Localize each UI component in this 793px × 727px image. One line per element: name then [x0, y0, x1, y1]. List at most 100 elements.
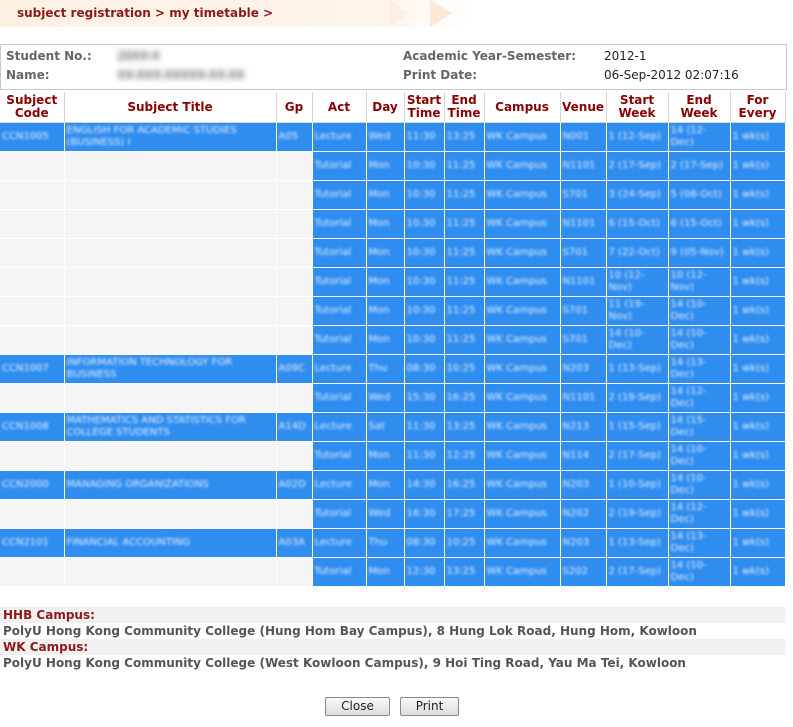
- campus-cell: WK Campus: [484, 180, 561, 210]
- end-week-text: 2 (17-Sep): [670, 160, 724, 171]
- table-row[interactable]: CCN1007 INFORMATION TECHNOLOGY FOR BUSINE…: [0, 354, 786, 384]
- table-row[interactable]: CCN2101 FINANCIAL ACCOUNTING A03A Lecture Th…: [0, 528, 786, 558]
- venue-text: N1101: [562, 392, 596, 403]
- end-week-cell: 14 (10-Dec): [668, 325, 731, 355]
- subject-title-cell: [64, 296, 277, 326]
- end-time-cell: 11:25: [444, 151, 485, 181]
- campus-text: WK Campus: [486, 131, 547, 142]
- campus-cell: WK Campus: [484, 499, 561, 529]
- start-time-cell: 08:30: [404, 354, 445, 384]
- timetable-header-row: Subject Code Subject Title Gp Act Day Start T…: [0, 92, 786, 123]
- end-week-text: 14 (10-Dec): [670, 560, 707, 583]
- start-week-cell: 11 (19-Nov): [606, 296, 669, 326]
- campus-cell: WK Campus: [484, 557, 561, 587]
- table-row[interactable]: Tutorial Mon 10:30 11:25 WK Campus S701 7 (22-…: [0, 238, 786, 268]
- day-text: Sat: [368, 421, 385, 432]
- end-week-cell: 5 (08-Oct): [668, 180, 731, 210]
- end-time-cell: 11:25: [444, 238, 485, 268]
- end-week-cell: 14 (10-Dec): [668, 470, 731, 500]
- end-week-cell: 14 (10-Dec): [668, 441, 731, 471]
- start-week-text: 7 (22-Oct): [608, 247, 660, 258]
- frequency-cell: 1 wk(s): [730, 470, 786, 500]
- column-header: Campus: [484, 92, 561, 123]
- frequency-cell: 1 wk(s): [730, 151, 786, 181]
- campus-address: PolyU Hong Kong Community College (West …: [0, 655, 785, 671]
- venue-text: N1101: [562, 276, 596, 287]
- end-week-cell: 2 (17-Sep): [668, 151, 731, 181]
- table-row[interactable]: Tutorial Wed 15:30 16:25 WK Campus N1101 2 (19…: [0, 383, 786, 413]
- start-week-text: 1 (12-Sep): [608, 131, 662, 142]
- group-cell: A03A: [276, 528, 313, 558]
- end-time-cell: 11:25: [444, 296, 485, 326]
- subject-code-cell: [0, 441, 65, 471]
- end-week-text: 14 (13-Dec): [670, 357, 707, 380]
- campus-text: WK Campus: [486, 160, 547, 171]
- end-week-text: 14 (15-Dec): [670, 415, 707, 438]
- start-week-text: 1 (13-Sep): [608, 537, 662, 548]
- venue-cell: N1101: [560, 209, 607, 239]
- venue-cell: N114: [560, 441, 607, 471]
- campus-text: WK Campus: [486, 218, 547, 229]
- frequency-text: 1 wk(s): [732, 160, 770, 171]
- end-week-text: 14 (10-Dec): [670, 328, 707, 351]
- end-time-cell: 17:25: [444, 499, 485, 529]
- start-week-cell: 1 (10-Sep): [606, 470, 669, 500]
- frequency-text: 1 wk(s): [732, 334, 770, 345]
- activity-cell: Tutorial: [312, 441, 367, 471]
- start-week-cell: 2 (17-Sep): [606, 151, 669, 181]
- subject-title-text: MANAGING ORGANIZATIONS: [66, 479, 209, 490]
- subject-code-cell: CCN1008: [0, 412, 65, 442]
- table-row[interactable]: Tutorial Mon 10:30 11:25 WK Campus N1101 2 (17…: [0, 151, 786, 181]
- start-week-cell: 14 (10-Dec): [606, 325, 669, 355]
- table-row[interactable]: CCN2000 MANAGING ORGANIZATIONS A02D Lecture…: [0, 470, 786, 500]
- subject-code-text: CCN2000: [2, 479, 49, 490]
- start-time-cell: 16:30: [404, 499, 445, 529]
- table-row[interactable]: Tutorial Mon 10:30 11:25 WK Campus S701 3 (24-…: [0, 180, 786, 210]
- activity-text: Tutorial: [314, 218, 352, 229]
- activity-cell: Tutorial: [312, 180, 367, 210]
- end-time-text: 11:25: [446, 334, 476, 345]
- timetable: Subject Code Subject Title Gp Act Day Start T…: [0, 92, 786, 587]
- table-row[interactable]: Tutorial Mon 10:30 11:25 WK Campus N1101 10 (1…: [0, 267, 786, 297]
- venue-cell: N001: [560, 122, 607, 152]
- end-time-cell: 13:25: [444, 557, 485, 587]
- end-time-cell: 11:25: [444, 267, 485, 297]
- table-row[interactable]: Tutorial Mon 11:30 12:25 WK Campus N114 2 (17-…: [0, 441, 786, 471]
- table-row[interactable]: Tutorial Mon 10:30 11:25 WK Campus S701 11 (19…: [0, 296, 786, 326]
- close-button[interactable]: Close: [325, 697, 390, 716]
- table-row[interactable]: CCN1008 MATHEMATICS AND STATISTICS FOR CO…: [0, 412, 786, 442]
- end-week-cell: 14 (12-Dec): [668, 122, 731, 152]
- start-week-text: 1 (10-Sep): [608, 479, 662, 490]
- table-row[interactable]: Tutorial Mon 10:30 11:25 WK Campus N1101 6 (15…: [0, 209, 786, 239]
- end-week-cell: 14 (12-Dec): [668, 383, 731, 413]
- day-text: Mon: [368, 189, 390, 200]
- table-row[interactable]: Tutorial Mon 12:30 13:25 WK Campus S202 2 (17-…: [0, 557, 786, 587]
- day-text: Wed: [368, 392, 391, 403]
- table-row[interactable]: CCN1005 ENGLISH FOR ACADEMIC STUDIES (BUS…: [0, 122, 786, 152]
- activity-text: Lecture: [314, 363, 352, 374]
- subject-code-cell: CCN1005: [0, 122, 65, 152]
- column-header: Subject Code: [0, 92, 65, 123]
- table-row[interactable]: Tutorial Wed 16:30 17:25 WK Campus N202 2 (19-…: [0, 499, 786, 529]
- activity-text: Tutorial: [314, 189, 352, 200]
- campus-cell: WK Campus: [484, 354, 561, 384]
- subject-title-cell: [64, 499, 277, 529]
- breadcrumb[interactable]: subject registration > my timetable >: [17, 6, 273, 20]
- start-time-text: 16:30: [406, 508, 436, 519]
- campus-text: WK Campus: [486, 537, 547, 548]
- subject-code-cell: [0, 557, 65, 587]
- start-time-cell: 10:30: [404, 238, 445, 268]
- venue-cell: N1101: [560, 383, 607, 413]
- table-row[interactable]: Tutorial Mon 10:30 11:25 WK Campus S701 14 (10…: [0, 325, 786, 355]
- subject-title-cell: [64, 557, 277, 587]
- venue-cell: S701: [560, 325, 607, 355]
- start-time-cell: 10:30: [404, 151, 445, 181]
- print-button[interactable]: Print: [400, 697, 459, 716]
- column-header: For Every: [730, 92, 786, 123]
- group-cell: A05: [276, 122, 313, 152]
- subject-title-text: MATHEMATICS AND STATISTICS FOR COLLEGE S…: [66, 415, 246, 438]
- end-time-cell: 11:25: [444, 325, 485, 355]
- start-time-cell: 11:30: [404, 122, 445, 152]
- end-time-cell: 11:25: [444, 180, 485, 210]
- frequency-cell: 1 wk(s): [730, 180, 786, 210]
